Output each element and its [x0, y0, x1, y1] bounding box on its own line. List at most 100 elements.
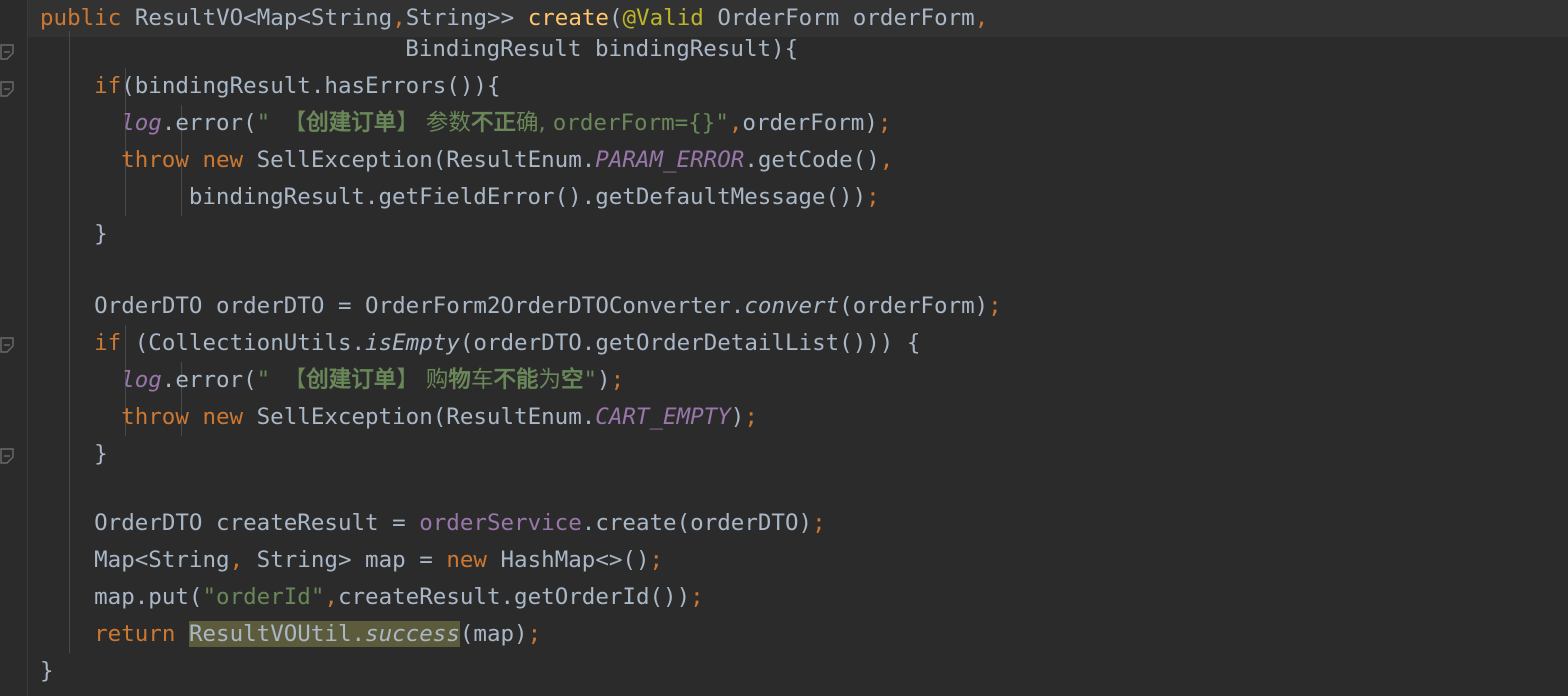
code-token: 创建订单: [306, 367, 397, 393]
code-line[interactable]: bindingResult.getFieldError().getDefault…: [0, 179, 880, 216]
code-text-area[interactable]: public ResultVO<Map<String,String>> crea…: [0, 0, 1568, 696]
code-token: orderForm): [742, 110, 878, 136]
code-token: 不正: [470, 110, 516, 136]
code-token: @Valid: [622, 5, 704, 31]
code-token: .getCode(): [744, 147, 880, 173]
code-token: ,: [229, 547, 244, 573]
code-line[interactable]: throw new SellException(ResultEnum.CART_…: [0, 399, 758, 436]
code-token: 物: [448, 367, 471, 393]
code-token: PARAM_ERROR: [595, 147, 745, 173]
code-token: OrderDTO orderDTO = OrderForm2OrderDTOCo…: [94, 293, 745, 319]
code-editor[interactable]: public ResultVO<Map<String,String>> crea…: [0, 0, 1568, 696]
code-token: createResult.getOrderId()): [337, 584, 691, 610]
editor-gutter[interactable]: [0, 0, 28, 696]
code-token: public: [40, 5, 135, 31]
code-token: }: [40, 658, 54, 684]
code-line[interactable]: Map<String, String> map = new HashMap<>(…: [0, 542, 663, 579]
code-token: 】 购: [396, 367, 449, 393]
code-token: orderForm={}": [552, 110, 729, 136]
code-token: ;: [610, 367, 625, 393]
code-token: ): [730, 404, 745, 430]
code-token: ;: [527, 621, 542, 647]
code-token: .error(: [161, 367, 257, 393]
code-token: 参数: [425, 110, 471, 136]
code-token: 【: [283, 110, 307, 136]
code-token: 为: [538, 367, 561, 393]
code-token: .create(orderDTO): [581, 510, 813, 536]
fold-marker-collapse-4[interactable]: [0, 448, 20, 468]
code-token: (map): [459, 621, 528, 647]
code-token: Map<String: [94, 547, 230, 573]
code-token: 创建订单: [306, 110, 397, 136]
code-line[interactable]: OrderDTO orderDTO = OrderForm2OrderDTOCo…: [0, 288, 1002, 325]
code-token: ): [597, 367, 611, 393]
code-token: return: [94, 621, 189, 647]
code-token: ;: [649, 547, 664, 573]
code-token: 空: [560, 367, 584, 393]
code-token: .error(: [161, 110, 257, 136]
fold-marker-collapse-3[interactable]: [0, 337, 20, 357]
code-token: ": [583, 367, 598, 393]
code-token: 【: [283, 367, 307, 393]
code-token: 车: [470, 367, 494, 393]
code-token: ,: [879, 147, 894, 173]
code-token: OrderDTO createResult =: [94, 510, 420, 536]
code-line[interactable]: map.put("orderId",createResult.getOrderI…: [0, 579, 704, 616]
code-token: OrderForm orderForm: [703, 5, 975, 31]
code-token: String>>: [405, 5, 528, 31]
code-token: ,: [974, 5, 989, 31]
code-token: throw new: [121, 147, 257, 173]
code-token: throw new: [121, 404, 257, 430]
code-line[interactable]: return ResultVOUtil.success(map);: [0, 616, 541, 653]
code-token: String> map =: [243, 547, 447, 573]
code-token: (orderDTO.getOrderDetailList())) {: [459, 330, 921, 356]
code-token: (: [608, 5, 623, 31]
code-token: ": [256, 367, 284, 393]
fold-marker-collapse-2[interactable]: [0, 81, 20, 101]
code-token: ;: [744, 404, 758, 430]
code-line[interactable]: log.error(" 【创建订单】 参数不正确, orderForm={}",…: [0, 105, 891, 142]
code-token: CART_EMPTY: [595, 404, 731, 430]
code-token: bindingResult.getFieldError().getDefault…: [188, 184, 867, 210]
code-line[interactable]: if(bindingResult.hasErrors()){: [0, 68, 501, 105]
code-token: ,: [324, 584, 338, 610]
code-token: ,: [728, 110, 743, 136]
code-line[interactable]: OrderDTO createResult = orderService.cre…: [0, 505, 826, 542]
code-token: ": [256, 110, 284, 136]
code-token: log: [121, 367, 162, 393]
code-token: if: [94, 330, 122, 356]
code-line[interactable]: throw new SellException(ResultEnum.PARAM…: [0, 142, 893, 179]
fold-marker-collapse-1[interactable]: [0, 44, 20, 64]
code-token: ;: [866, 184, 880, 210]
code-token: convert: [744, 293, 840, 319]
code-token: orderService: [419, 510, 582, 536]
code-token: ;: [812, 510, 826, 536]
code-token: (orderForm): [839, 293, 989, 319]
code-token: ,: [392, 5, 406, 31]
code-token: SellException(ResultEnum.: [256, 404, 596, 430]
code-token: 确,: [515, 110, 553, 136]
code-line[interactable]: log.error(" 【创建订单】 购物车不能为空");: [0, 362, 624, 399]
code-line[interactable]: if (CollectionUtils.isEmpty(orderDTO.get…: [0, 325, 920, 362]
code-token: map.put(: [94, 584, 203, 610]
code-token: 不能: [493, 367, 539, 393]
gutter-divider: [27, 0, 28, 696]
code-token: new: [446, 547, 501, 573]
code-token: ;: [877, 110, 892, 136]
code-token: BindingResult bindingResult){: [405, 36, 799, 62]
code-token: }: [94, 221, 108, 247]
code-token: ResultVO<Map<String: [134, 5, 393, 31]
code-token: SellException(ResultEnum.: [256, 147, 596, 173]
code-token: success: [365, 621, 460, 647]
code-token: "orderId": [202, 584, 325, 610]
code-token: HashMap<>(): [500, 547, 650, 573]
code-token: ;: [988, 293, 1002, 319]
code-token: create: [527, 5, 609, 31]
code-token: 】: [396, 110, 426, 136]
code-token: log: [121, 110, 162, 136]
code-token: isEmpty: [365, 330, 460, 356]
code-line[interactable]: BindingResult bindingResult){: [0, 31, 798, 68]
code-token: ResultVOUtil.: [188, 621, 366, 647]
code-token: }: [94, 441, 108, 467]
code-token: (bindingResult.hasErrors()){: [121, 73, 501, 99]
